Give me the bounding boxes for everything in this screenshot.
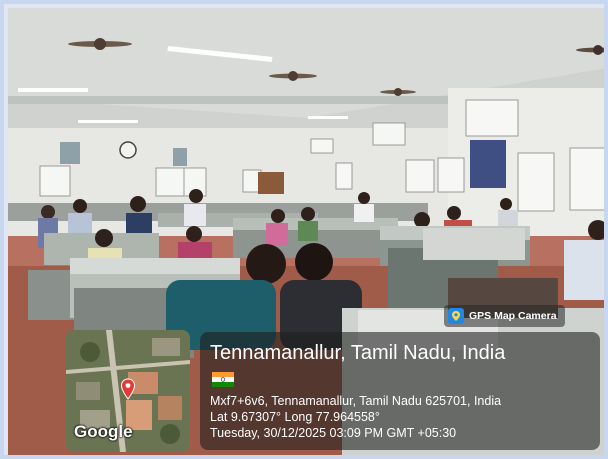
location-title: Tennamanallur, Tamil Nadu, India (210, 342, 506, 364)
location-timestamp: Tuesday, 30/12/2025 03:09 PM GMT +05:30 (210, 426, 457, 440)
location-coordinates: Lat 9.67307° Long 77.964558° (210, 410, 380, 424)
gps-camera-badge: GPS Map Camera (444, 305, 565, 327)
gps-badge-label: GPS Map Camera (469, 310, 557, 322)
wall-clock-icon (119, 141, 137, 159)
photo-frame: GPS Map Camera Google Tennamanallur, Tam… (0, 0, 608, 459)
map-pin-icon (120, 378, 136, 400)
india-flag-icon (212, 372, 234, 387)
google-logo: Google (74, 422, 133, 441)
location-address: Mxf7+6v6, Tennamanallur, Tamil Nadu 6257… (210, 394, 502, 408)
gps-map-camera-icon (448, 308, 464, 324)
